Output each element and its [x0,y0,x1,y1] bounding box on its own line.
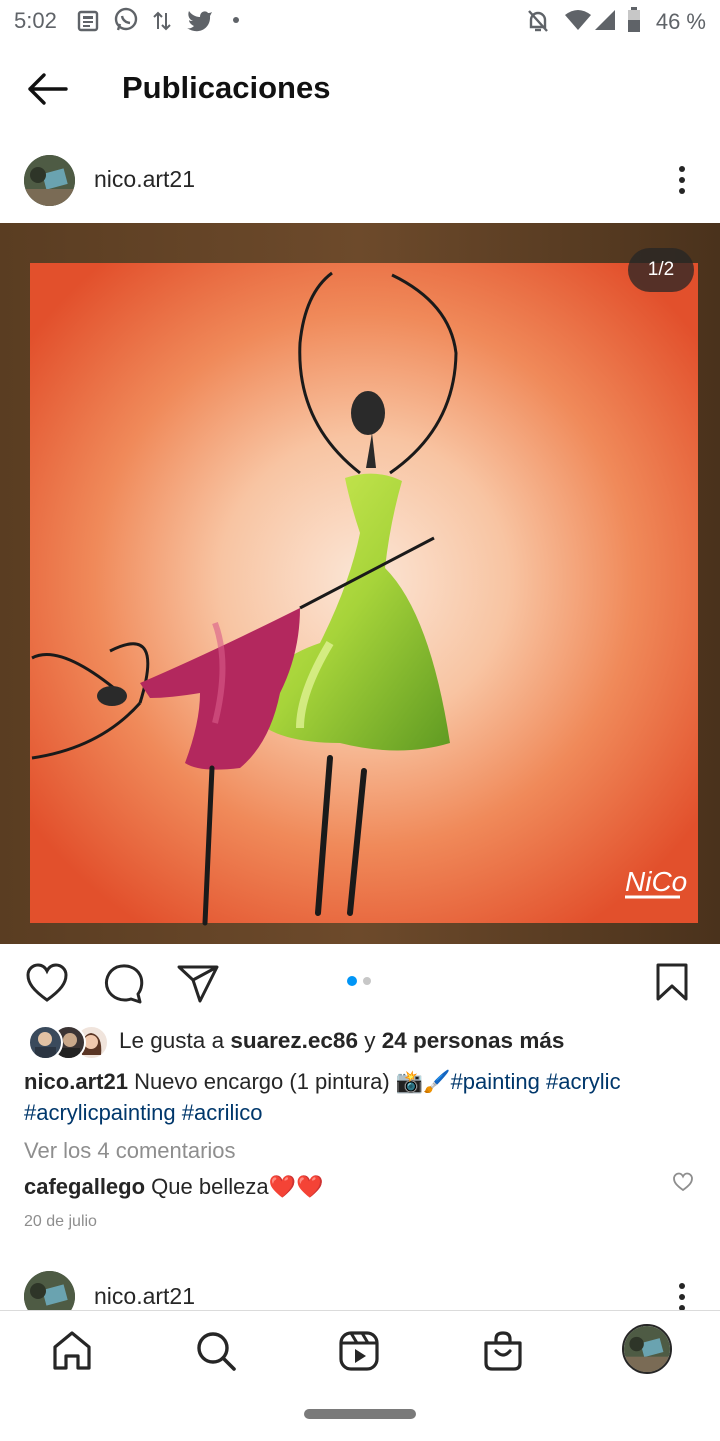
app-header: Publicaciones [0,44,720,134]
dnd-off-icon [528,10,548,32]
next-post-username[interactable]: nico.art21 [94,1283,195,1310]
dot-icon [233,17,239,23]
carousel-dot [363,977,371,985]
profile-avatar[interactable] [622,1324,672,1374]
battery-percent: 46 % [655,9,706,34]
post-image[interactable]: NiCo [0,223,720,944]
reels-icon[interactable] [337,1329,381,1373]
caption-text: Nuevo encargo (1 pintura) 📸🖌️ [134,1069,451,1094]
more-options-icon[interactable] [672,164,692,196]
page-title: Publicaciones [122,70,331,105]
status-time: 5:02 [14,8,57,33]
share-icon[interactable] [176,964,220,1004]
avatar[interactable] [24,155,75,206]
status-bar: 5:02 46 % [0,0,720,44]
post-date: 20 de julio [24,1213,97,1230]
likes-others[interactable]: 24 personas más [382,1028,565,1053]
wifi-icon [565,10,591,30]
bottom-nav [0,1310,720,1441]
search-icon[interactable] [194,1329,238,1373]
likes-conj: y [364,1028,376,1053]
like-heart-icon[interactable] [25,962,69,1004]
back-arrow-icon[interactable] [26,72,68,106]
caption: nico.art21 Nuevo encargo (1 pintura) 📸🖌️… [24,1066,704,1128]
image-counter: 1/2 [628,248,694,292]
hashtag[interactable]: #acrylicpainting [24,1100,176,1125]
hashtag[interactable]: #painting [451,1069,540,1094]
comment-text: Que belleza❤️❤️ [151,1174,324,1199]
comment-row: cafegallego Que belleza❤️❤️ [24,1171,323,1202]
comment-icon[interactable] [101,962,145,1004]
data-arrows-icon [153,11,171,31]
hashtag[interactable]: #acrilico [182,1100,263,1125]
liker-avatar [28,1025,63,1060]
likes-summary: Le gusta a suarez.ec86 y 24 personas más [119,1025,564,1056]
more-options-icon[interactable] [672,1281,692,1313]
comment-like-icon[interactable] [672,1172,694,1192]
twitter-icon [187,11,212,32]
view-comments-link[interactable]: Ver los 4 comentarios [24,1135,236,1166]
hashtag[interactable]: #acrylic [546,1069,621,1094]
painting-artwork: NiCo [0,223,720,944]
whatsapp-icon [114,7,138,31]
likes-user[interactable]: suarez.ec86 [230,1028,358,1053]
gesture-bar[interactable] [304,1409,416,1419]
news-icon [77,10,99,32]
save-bookmark-icon[interactable] [654,962,690,1002]
battery-icon [628,7,640,32]
carousel-dot-active [347,976,357,986]
home-icon[interactable] [50,1329,94,1373]
likes-prefix: Le gusta a [119,1028,225,1053]
post-username[interactable]: nico.art21 [94,166,195,193]
signal-icon [595,10,615,30]
comment-username[interactable]: cafegallego [24,1174,145,1199]
caption-username[interactable]: nico.art21 [24,1069,128,1094]
shop-icon[interactable] [481,1329,525,1373]
painting-signature: NiCo [625,866,687,897]
